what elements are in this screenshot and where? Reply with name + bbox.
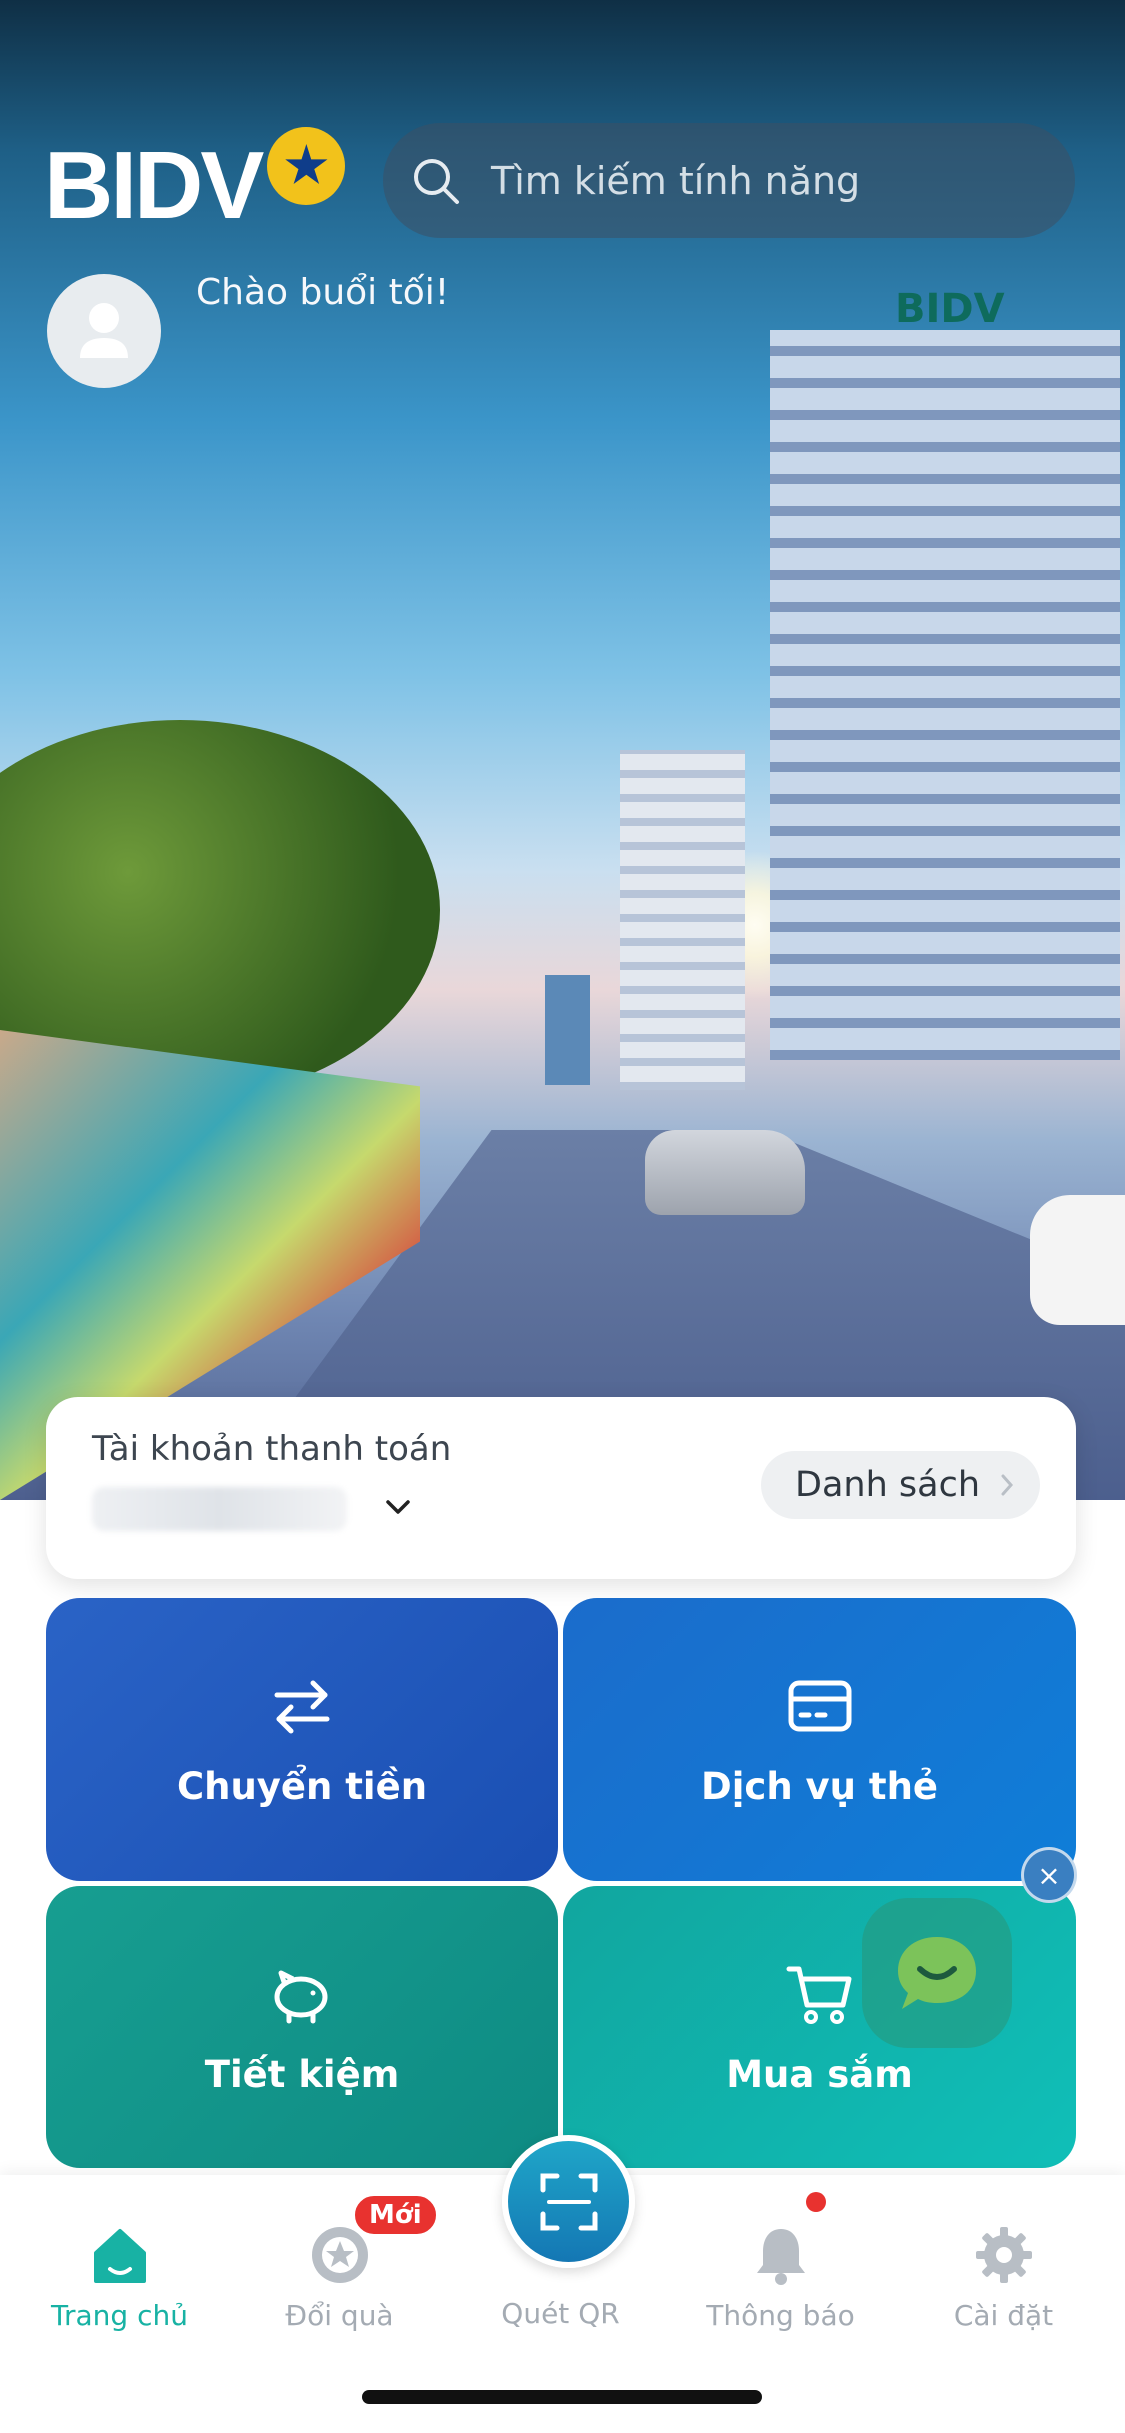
close-chat-button[interactable]: × [1021,1847,1077,1903]
savings-label: Tiết kiệm [204,2052,400,2096]
close-icon: × [1037,1858,1061,1892]
piggy-bank-icon [274,1970,328,2023]
home-indicator [362,2390,762,2404]
search-placeholder: Tìm kiếm tính năng [491,158,861,203]
shopping-label: Mua sắm [726,2052,913,2096]
car [1030,1195,1125,1325]
nav-settings[interactable]: Cài đặt [891,2175,1116,2355]
transfer-tile[interactable]: Chuyển tiền [46,1598,558,1881]
bell-icon [756,2229,805,2285]
nav-notifications-label: Thông báo [706,2299,855,2332]
car [645,1130,805,1215]
account-list-button[interactable]: Danh sách [761,1451,1040,1519]
nav-home[interactable]: Trang chủ [7,2175,232,2355]
chevron-down-icon[interactable] [380,1489,416,1525]
user-icon [80,303,128,358]
transfer-arrows-icon [274,1680,330,1734]
shopping-cart-icon [786,1966,851,2024]
chevron-right-icon [1001,1474,1014,1496]
greeting-text: Chào buổi tối! [196,272,450,313]
savings-tile[interactable]: Tiết kiệm [46,1886,558,2168]
card-service-label: Dịch vụ thẻ [700,1765,938,1808]
search-input[interactable]: Tìm kiếm tính năng [383,123,1075,238]
nav-qr-label: Quét QR [501,2297,620,2330]
home-icon [93,2229,146,2283]
tower-logo: BIDV [895,286,1005,332]
logo-star-icon [267,127,346,205]
building [545,975,590,1085]
bidv-tower [770,330,1120,1060]
chat-icon [898,1937,976,2009]
gear-icon [975,2227,1032,2283]
nav-home-label: Trang chủ [51,2299,188,2332]
transfer-label: Chuyển tiền [176,1765,428,1808]
building [620,750,745,1090]
new-badge: Mới [352,2193,439,2237]
nav-rewards-label: Đổi quà [285,2299,394,2332]
search-icon [414,158,459,204]
bidv-logo: BIDV [44,127,346,239]
logo-text: BIDV [44,132,264,239]
avatar[interactable] [47,274,161,388]
card-icon [788,1680,851,1732]
masked-account-number [92,1487,347,1531]
notification-dot [806,2192,826,2212]
account-label: Tài khoản thanh toán [92,1429,452,1469]
chat-assistant-button[interactable] [862,1898,1012,2048]
qr-scan-button[interactable] [502,2135,635,2268]
card-service-tile[interactable]: Dịch vụ thẻ [563,1598,1076,1881]
account-list-label: Danh sách [795,1465,980,1505]
nav-settings-label: Cài đặt [953,2299,1054,2332]
account-card[interactable]: Tài khoản thanh toán Danh sách [46,1397,1076,1579]
qr-scan-icon [540,2173,597,2230]
nav-notifications[interactable]: Thông báo [668,2175,893,2355]
